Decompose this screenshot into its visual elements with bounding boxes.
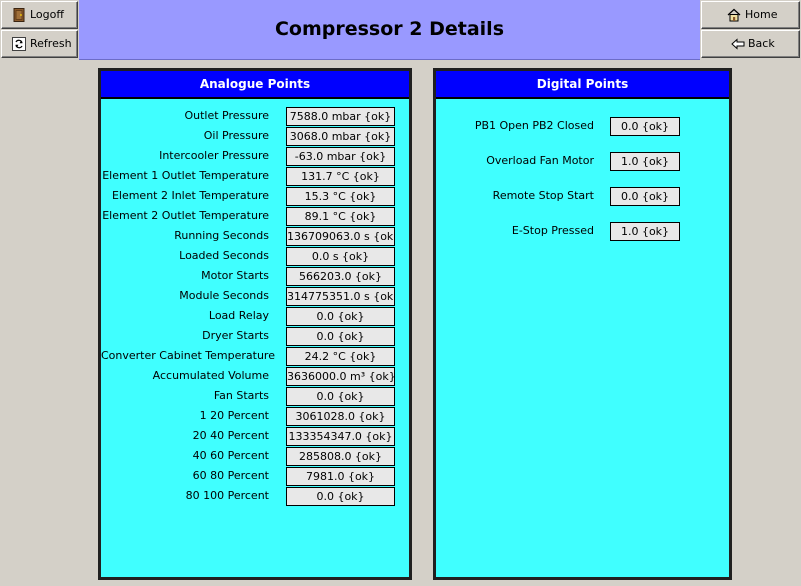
analogue-point-row: 20 40 Percent 133354347.0 {ok} <box>101 427 409 446</box>
digital-point-row: Overload Fan Motor 1.0 {ok} <box>436 152 729 171</box>
analogue-point-value: 0.0 {ok} <box>286 487 395 506</box>
logoff-label: Logoff <box>30 8 64 21</box>
logoff-button[interactable]: Logoff <box>1 1 78 29</box>
analogue-point-value: 566203.0 {ok} <box>286 267 395 286</box>
digital-point-row: Remote Stop Start 0.0 {ok} <box>436 187 729 206</box>
analogue-points-panel: Analogue Points Outlet Pressure 7588.0 mb… <box>98 68 412 580</box>
analogue-point-row: 1 20 Percent 3061028.0 {ok} <box>101 407 409 426</box>
analogue-point-label: Outlet Pressure <box>184 109 269 122</box>
analogue-point-label: Fan Starts <box>213 389 269 402</box>
analogue-point-value: 24.2 °C {ok} <box>286 347 395 366</box>
analogue-point-label: Module Seconds <box>179 289 269 302</box>
analogue-point-row: 40 60 Percent 285808.0 {ok} <box>101 447 409 466</box>
analogue-point-label: Element 2 Outlet Temperature <box>102 209 269 222</box>
analogue-point-label: 20 40 Percent <box>192 429 269 442</box>
analogue-point-value: 314775351.0 s {ok} <box>286 287 395 306</box>
digital-point-label: E-Stop Pressed <box>511 224 594 237</box>
back-arrow-icon <box>731 38 745 50</box>
analogue-point-row: Dryer Starts 0.0 {ok} <box>101 327 409 346</box>
analogue-point-value: 7981.0 {ok} <box>286 467 395 486</box>
door-icon <box>13 8 25 22</box>
analogue-point-value: 133354347.0 {ok} <box>286 427 395 446</box>
digital-point-value: 1.0 {ok} <box>610 152 680 171</box>
analogue-point-row: Outlet Pressure 7588.0 mbar {ok} <box>101 107 409 126</box>
analogue-point-row: Running Seconds 136709063.0 s {ok} <box>101 227 409 246</box>
analogue-point-row: Oil Pressure 3068.0 mbar {ok} <box>101 127 409 146</box>
title-bar: Compressor 2 Details <box>79 0 700 60</box>
analogue-point-value: 131.7 °C {ok} <box>286 167 395 186</box>
digital-points-panel: Digital Points PB1 Open PB2 Closed 0.0 {o… <box>433 68 732 580</box>
analogue-point-value: 3636000.0 m³ {ok} <box>286 367 395 386</box>
analogue-point-value: 0.0 {ok} <box>286 327 395 346</box>
analogue-point-row: Intercooler Pressure -63.0 mbar {ok} <box>101 147 409 166</box>
analogue-point-value: 89.1 °C {ok} <box>286 207 395 226</box>
home-icon <box>727 8 741 22</box>
digital-point-row: PB1 Open PB2 Closed 0.0 {ok} <box>436 117 729 136</box>
analogue-point-label: Accumulated Volume <box>152 369 269 382</box>
home-label: Home <box>745 8 778 21</box>
analogue-point-row: 60 80 Percent 7981.0 {ok} <box>101 467 409 486</box>
analogue-point-label: 80 100 Percent <box>185 489 269 502</box>
analogue-point-row: Accumulated Volume 3636000.0 m³ {ok} <box>101 367 409 386</box>
analogue-point-row: Motor Starts 566203.0 {ok} <box>101 267 409 286</box>
analogue-point-label: Running Seconds <box>174 229 269 242</box>
analogue-point-label: Dryer Starts <box>202 329 269 342</box>
digital-point-label: Remote Stop Start <box>492 189 594 202</box>
analogue-point-label: Loaded Seconds <box>179 249 269 262</box>
analogue-point-value: -63.0 mbar {ok} <box>286 147 395 166</box>
analogue-point-row: Converter Cabinet Temperature 24.2 °C {ok… <box>101 347 409 366</box>
digital-points-heading: Digital Points <box>436 71 729 99</box>
analogue-point-row: Element 1 Outlet Temperature 131.7 °C {ok… <box>101 167 409 186</box>
digital-point-row: E-Stop Pressed 1.0 {ok} <box>436 222 729 241</box>
analogue-point-row: Loaded Seconds 0.0 s {ok} <box>101 247 409 266</box>
analogue-point-row: Fan Starts 0.0 {ok} <box>101 387 409 406</box>
analogue-point-value: 7588.0 mbar {ok} <box>286 107 395 126</box>
digital-point-value: 0.0 {ok} <box>610 117 680 136</box>
analogue-point-value: 3061028.0 {ok} <box>286 407 395 426</box>
analogue-point-value: 0.0 s {ok} <box>286 247 395 266</box>
refresh-button[interactable]: Refresh <box>1 30 78 58</box>
analogue-point-label: Element 2 Inlet Temperature <box>111 189 269 202</box>
digital-point-value: 0.0 {ok} <box>610 187 680 206</box>
home-button[interactable]: Home <box>701 1 800 29</box>
digital-point-label: PB1 Open PB2 Closed <box>474 119 594 132</box>
analogue-point-label: Load Relay <box>208 309 269 322</box>
digital-point-label: Overload Fan Motor <box>486 154 594 167</box>
analogue-point-label: Oil Pressure <box>203 129 269 142</box>
analogue-point-row: 80 100 Percent 0.0 {ok} <box>101 487 409 506</box>
analogue-point-value: 0.0 {ok} <box>286 307 395 326</box>
analogue-point-label: Intercooler Pressure <box>159 149 269 162</box>
back-button[interactable]: Back <box>701 30 800 58</box>
analogue-point-row: Element 2 Inlet Temperature 15.3 °C {ok} <box>101 187 409 206</box>
back-label: Back <box>748 37 775 50</box>
analogue-point-value: 136709063.0 s {ok} <box>286 227 395 246</box>
analogue-point-row: Load Relay 0.0 {ok} <box>101 307 409 326</box>
refresh-label: Refresh <box>30 37 72 50</box>
analogue-point-label: 1 20 Percent <box>199 409 269 422</box>
analogue-point-label: Converter Cabinet Temperature <box>101 349 275 362</box>
analogue-point-label: 40 60 Percent <box>192 449 269 462</box>
analogue-point-row: Element 2 Outlet Temperature 89.1 °C {ok} <box>101 207 409 226</box>
analogue-point-row: Module Seconds 314775351.0 s {ok} <box>101 287 409 306</box>
analogue-point-label: 60 80 Percent <box>192 469 269 482</box>
analogue-point-label: Element 1 Outlet Temperature <box>102 169 269 182</box>
refresh-icon <box>12 37 26 51</box>
digital-point-value: 1.0 {ok} <box>610 222 680 241</box>
analogue-point-value: 15.3 °C {ok} <box>286 187 395 206</box>
analogue-point-label: Motor Starts <box>201 269 269 282</box>
page-title: Compressor 2 Details <box>274 18 505 40</box>
analogue-point-value: 0.0 {ok} <box>286 387 395 406</box>
analogue-point-value: 3068.0 mbar {ok} <box>286 127 395 146</box>
analogue-point-value: 285808.0 {ok} <box>286 447 395 466</box>
analogue-points-heading: Analogue Points <box>101 71 409 99</box>
